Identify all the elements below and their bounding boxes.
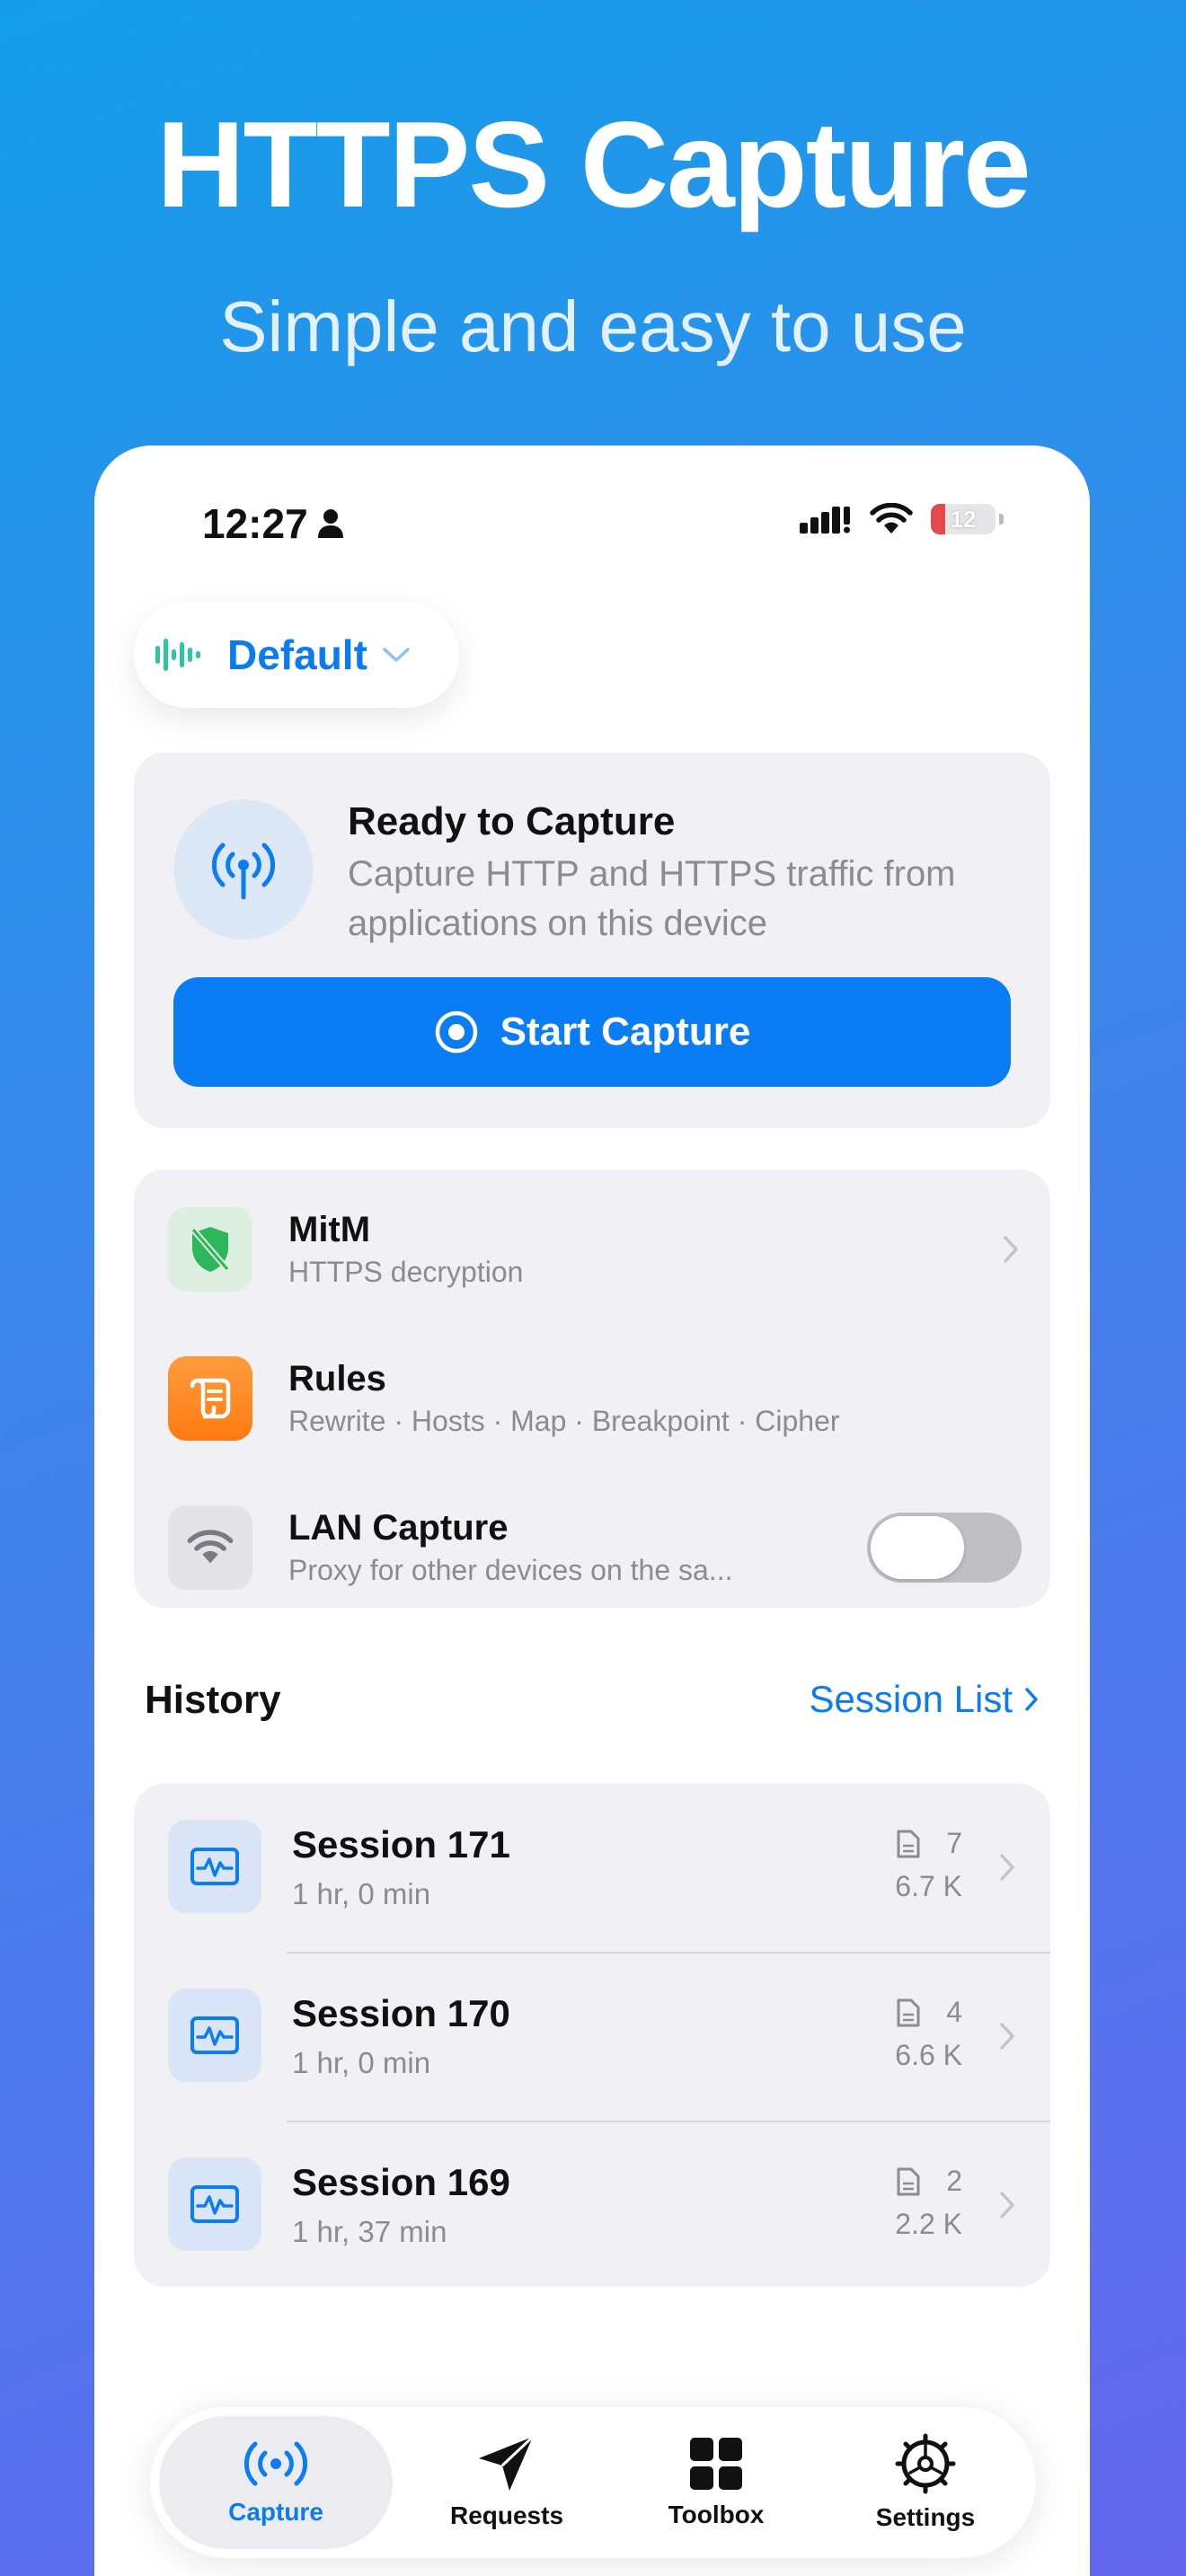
history-list: Session 171 1 hr, 0 min 7 6.7 K Session …: [134, 1784, 1050, 2287]
start-capture-label: Start Capture: [500, 1010, 751, 1054]
wifi-icon: [168, 1505, 252, 1590]
status-indicators: 12: [800, 503, 1004, 535]
antenna-icon: [243, 2441, 308, 2486]
antenna-icon: [173, 799, 314, 940]
session-list-label: Session List: [809, 1678, 1013, 1720]
battery-level: 12: [950, 505, 977, 533]
tools-card: MitM HTTPS decryption Rules Rewrite · Ho…: [134, 1169, 1050, 1608]
list-item[interactable]: Session 169 1 hr, 37 min 2 2.2 K: [134, 2122, 1050, 2290]
tool-name: MitM: [288, 1210, 371, 1249]
request-count: 4: [946, 1996, 962, 2028]
lan-capture-toggle[interactable]: [867, 1513, 1022, 1583]
chevron-right-icon: [1004, 1236, 1018, 1263]
activity-chart-icon: [168, 1820, 261, 1913]
activity-chart-icon: [168, 2157, 261, 2251]
tab-label: Toolbox: [668, 2501, 765, 2528]
session-duration: 1 hr, 37 min: [292, 2215, 447, 2248]
session-duration: 1 hr, 0 min: [292, 1877, 431, 1910]
chevron-right-icon: [1000, 2023, 1014, 2050]
session-size: 6.7 K: [895, 1870, 962, 1902]
paper-plane-icon: [479, 2435, 535, 2491]
wifi-icon: [870, 503, 913, 534]
activity-chart-icon: [168, 1989, 261, 2082]
session-count: 4: [896, 1996, 962, 2029]
document-icon: [897, 2167, 920, 2195]
tab-label: Requests: [449, 2501, 564, 2529]
record-icon: [435, 1010, 477, 1054]
session-size: 6.6 K: [895, 2039, 962, 2071]
chevron-right-icon: [1000, 1854, 1014, 1881]
cellular-icon: [800, 507, 850, 534]
start-capture-button[interactable]: Start Capture: [173, 977, 1011, 1087]
document-icon: [897, 1830, 920, 1857]
time-text: 12:27: [202, 500, 308, 547]
document-icon: [897, 1998, 920, 2026]
session-size: 2.2 K: [895, 2208, 962, 2240]
grid-icon: [690, 2438, 742, 2490]
battery-icon: 12: [931, 504, 996, 534]
scroll-icon: [168, 1356, 252, 1441]
ready-title: Ready to Capture: [348, 799, 676, 843]
tool-row-lan-capture: LAN Capture Proxy for other devices on t…: [168, 1498, 1022, 1597]
request-count: 7: [946, 1827, 962, 1859]
tool-subtitle: Proxy for other devices on the sa...: [288, 1554, 733, 1586]
session-count: 7: [896, 1827, 962, 1860]
ready-description: Capture HTTP and HTTPS traffic from appl…: [348, 854, 956, 943]
request-count: 2: [946, 2165, 962, 2197]
tab-label: Capture: [228, 2498, 323, 2526]
history-title: History: [145, 1678, 281, 1722]
person-icon: [317, 509, 343, 538]
tool-row-mitm[interactable]: MitM HTTPS decryption: [168, 1200, 1022, 1299]
profile-selector[interactable]: Default: [134, 602, 459, 708]
list-item[interactable]: Session 170 1 hr, 0 min 4 6.6 K: [134, 1953, 1050, 2122]
tab-toolbox[interactable]: Toolbox: [617, 2416, 815, 2549]
chevron-right-icon: [1025, 1688, 1038, 1711]
hero-title: HTTPS Capture: [156, 96, 1031, 233]
session-name: Session 171: [292, 1823, 510, 1866]
gear-icon: [895, 2433, 956, 2494]
waveform-icon: [155, 639, 200, 671]
tool-subtitle: HTTPS decryption: [288, 1256, 524, 1288]
profile-label: Default: [227, 631, 367, 678]
shield-slash-icon: [168, 1207, 252, 1292]
list-item[interactable]: Session 171 1 hr, 0 min 7 6.7 K: [134, 1784, 1050, 1953]
tab-settings[interactable]: Settings: [822, 2416, 1029, 2549]
phone-screen: 12:27 12 Default Ready to Capture Captur…: [94, 446, 1090, 2576]
session-name: Session 169: [292, 2161, 510, 2203]
chevron-right-icon: [1000, 2192, 1014, 2219]
tool-row-rules[interactable]: Rules Rewrite · Hosts · Map · Breakpoint…: [168, 1349, 1022, 1448]
tab-requests[interactable]: Requests: [403, 2416, 610, 2549]
session-name: Session 170: [292, 1992, 510, 2034]
ready-card: Ready to Capture Capture HTTP and HTTPS …: [134, 753, 1050, 1128]
tool-name: LAN Capture: [288, 1508, 509, 1548]
session-count: 2: [896, 2165, 962, 2198]
tab-bar: Capture Requests Toolbox Settings: [150, 2407, 1036, 2558]
tool-subtitle: Rewrite · Hosts · Map · Breakpoint · Cip…: [288, 1405, 840, 1437]
session-duration: 1 hr, 0 min: [292, 2046, 431, 2079]
tab-capture[interactable]: Capture: [159, 2416, 393, 2549]
session-list-link[interactable]: Session List: [810, 1678, 1040, 1721]
chevron-down-icon: [383, 648, 410, 662]
tool-name: Rules: [288, 1359, 386, 1398]
status-time: 12:27: [202, 499, 344, 548]
tab-label: Settings: [875, 2503, 976, 2531]
hero-subtitle: Simple and easy to use: [219, 287, 967, 366]
